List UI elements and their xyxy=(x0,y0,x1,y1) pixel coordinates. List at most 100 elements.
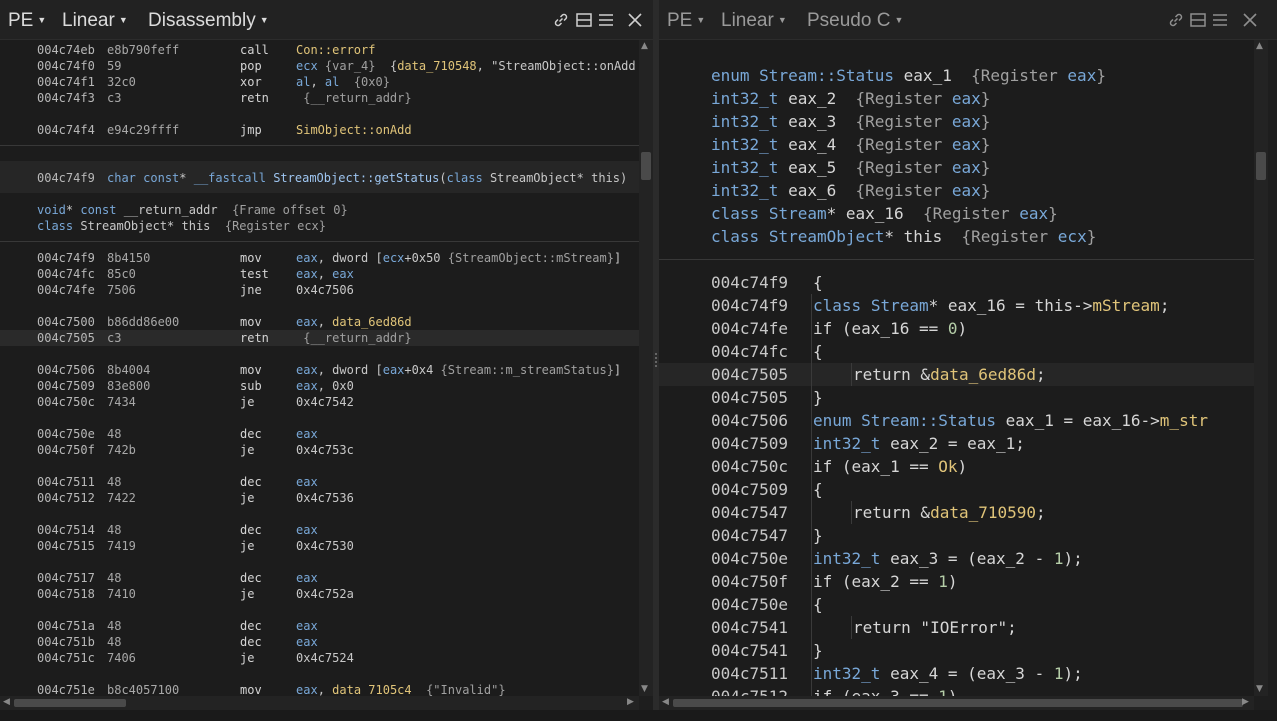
address[interactable]: 004c7514 xyxy=(37,522,95,538)
pseudo-c-line[interactable]: 004c74fe if (eax_16 == 0) xyxy=(659,317,1254,340)
operands[interactable]: eax, dword [ecx+0x50 {StreamObject::mStr… xyxy=(296,250,621,266)
operands[interactable]: SimObject::onAdd xyxy=(296,122,412,138)
address[interactable]: 004c74f9 xyxy=(37,250,95,266)
pseudo-c-line[interactable]: 004c750e int32_t eax_3 = (eax_2 - 1); xyxy=(659,547,1254,570)
address[interactable]: 004c7509 xyxy=(37,378,95,394)
disassembly-line[interactable]: 004c7509 83e800 sub eax, 0x0 xyxy=(0,378,639,394)
address[interactable]: 004c751e xyxy=(37,682,95,696)
disassembly-line[interactable]: 004c7505 c3 retn {__return_addr} xyxy=(0,330,639,346)
scroll-left-icon[interactable]: ◀ xyxy=(662,697,669,707)
code-text[interactable]: } xyxy=(813,386,823,409)
mnemonic[interactable]: sub xyxy=(240,378,262,394)
operands[interactable]: ecx {var_4} {data_710548, "StreamObject:… xyxy=(296,58,639,74)
mnemonic[interactable]: dec xyxy=(240,570,262,586)
address[interactable]: 004c7509 xyxy=(711,478,788,501)
address[interactable]: 004c750e xyxy=(711,593,788,616)
code-text[interactable]: if (eax_2 == 1) xyxy=(813,570,958,593)
split-view-icon[interactable] xyxy=(1189,11,1207,29)
code-text[interactable]: class Stream* eax_16 = this->mStream; xyxy=(813,294,1169,317)
address[interactable]: 004c74f0 xyxy=(37,58,95,74)
view-dropdown[interactable]: Pseudo C ▼ xyxy=(807,10,903,32)
disassembly-line[interactable]: 004c750e 48 dec eax xyxy=(0,426,639,442)
address[interactable]: 004c750f xyxy=(711,570,788,593)
code-text[interactable]: { xyxy=(813,478,823,501)
address[interactable]: 004c74fc xyxy=(711,340,788,363)
function-header[interactable]: 004c74f9 char const* __fastcall StreamObj… xyxy=(0,170,639,186)
scroll-down-icon[interactable]: ▼ xyxy=(641,684,648,694)
split-view-icon[interactable] xyxy=(575,11,593,29)
pseudo-c-line[interactable]: 004c7505 return &data_6ed86d; xyxy=(659,363,1254,386)
disassembly-line[interactable]: 004c74eb e8b790feff call Con::errorf xyxy=(0,42,639,58)
address[interactable]: 004c7500 xyxy=(37,314,95,330)
layout-dropdown[interactable]: Linear ▼ xyxy=(62,10,128,32)
pseudo-c-line[interactable]: 004c74fc { xyxy=(659,340,1254,363)
scroll-right-icon[interactable]: ▶ xyxy=(1242,697,1249,707)
scroll-up-icon[interactable]: ▲ xyxy=(1256,41,1263,51)
operands[interactable]: eax, dword [eax+0x4 {Stream::m_streamSta… xyxy=(296,362,621,378)
code-text[interactable]: int32_t eax_3 = (eax_2 - 1); xyxy=(813,547,1083,570)
scroll-left-icon[interactable]: ◀ xyxy=(3,697,10,707)
variable-declaration[interactable]: int32_t eax_4 {Register eax} xyxy=(659,133,1254,156)
disassembly-line[interactable]: 004c74f0 59 pop ecx {var_4} {data_710548, "… xyxy=(0,58,639,74)
mnemonic[interactable]: dec xyxy=(240,474,262,490)
disassembly-view[interactable]: 004c74eb e8b790feff call Con::errorf 004c74f… xyxy=(0,40,639,696)
mnemonic[interactable]: mov xyxy=(240,250,262,266)
mnemonic[interactable]: jne xyxy=(240,282,262,298)
address[interactable]: 004c7505 xyxy=(711,386,788,409)
operands[interactable]: {__return_addr} xyxy=(296,90,411,106)
code-text[interactable]: { xyxy=(813,593,823,616)
disassembly-line[interactable]: 004c74f1 32c0 xor al, al {0x0} xyxy=(0,74,639,90)
operands[interactable]: 0x4c7536 xyxy=(296,490,354,506)
disassembly-line[interactable]: 004c74fe 7506 jne 0x4c7506 xyxy=(0,282,639,298)
disassembly-line[interactable]: 004c74f3 c3 retn {__return_addr} xyxy=(0,90,639,106)
address[interactable]: 004c750f xyxy=(37,442,95,458)
address[interactable]: 004c750c xyxy=(711,455,788,478)
function-signature[interactable]: char const* __fastcall StreamObject::get… xyxy=(107,170,627,186)
pseudo-c-line[interactable]: 004c750f if (eax_2 == 1) xyxy=(659,570,1254,593)
operands[interactable]: al, al {0x0} xyxy=(296,74,390,90)
link-icon[interactable] xyxy=(552,11,570,29)
disassembly-line[interactable]: 004c751c 7406 je 0x4c7524 xyxy=(0,650,639,666)
address[interactable]: 004c7511 xyxy=(711,662,788,685)
address[interactable]: 004c7505 xyxy=(37,330,95,346)
code-text[interactable]: } xyxy=(813,639,823,662)
operands[interactable]: 0x4c7524 xyxy=(296,650,354,666)
link-icon[interactable] xyxy=(1167,11,1185,29)
layout-dropdown[interactable]: Linear ▼ xyxy=(721,10,787,32)
address[interactable]: 004c7541 xyxy=(711,616,788,639)
menu-icon[interactable] xyxy=(597,11,615,29)
code-text[interactable]: { xyxy=(813,340,823,363)
address[interactable]: 004c74fc xyxy=(37,266,95,282)
operands[interactable]: eax, data_7105c4 {"Invalid"} xyxy=(296,682,506,696)
variable-declaration[interactable]: int32_t eax_3 {Register eax} xyxy=(659,110,1254,133)
menu-icon[interactable] xyxy=(1211,11,1229,29)
operands[interactable]: eax xyxy=(296,618,318,634)
address[interactable]: 004c7547 xyxy=(711,524,788,547)
disassembly-line[interactable]: 004c7511 48 dec eax xyxy=(0,474,639,490)
pseudo-c-pane[interactable]: PE ▼ Linear ▼ Pseudo C ▼ enum Stream::Statu… xyxy=(659,0,1277,721)
disassembly-line[interactable]: 004c750c 7434 je 0x4c7542 xyxy=(0,394,639,410)
address[interactable]: 004c74eb xyxy=(37,42,95,58)
scroll-thumb[interactable] xyxy=(641,152,651,180)
address[interactable]: 004c74f3 xyxy=(37,90,95,106)
address[interactable]: 004c750e xyxy=(37,426,95,442)
operands[interactable]: eax, data_6ed86d xyxy=(296,314,412,330)
disassembly-line[interactable]: 004c751b 48 dec eax xyxy=(0,634,639,650)
disassembly-line[interactable]: 004c74fc 85c0 test eax, eax xyxy=(0,266,639,282)
pseudo-c-line[interactable]: 004c74f9 { xyxy=(659,271,1254,294)
vertical-scrollbar[interactable]: ▲ ▼ xyxy=(1254,40,1268,696)
operands[interactable]: {__return_addr} xyxy=(296,330,411,346)
code-text[interactable]: enum Stream::Status eax_1 = eax_16->m_st… xyxy=(813,409,1208,432)
mnemonic[interactable]: je xyxy=(240,586,254,602)
mnemonic[interactable]: dec xyxy=(240,634,262,650)
disassembly-line[interactable]: 004c74f4 e94c29ffff jmp SimObject::onAdd xyxy=(0,122,639,138)
pseudo-c-line[interactable]: 004c7541} xyxy=(659,639,1254,662)
arch-dropdown[interactable]: PE ▼ xyxy=(667,10,705,32)
address[interactable]: 004c7509 xyxy=(711,432,788,455)
mnemonic[interactable]: je xyxy=(240,490,254,506)
address[interactable]: 004c7506 xyxy=(711,409,788,432)
vertical-scrollbar[interactable]: ▲ ▼ xyxy=(639,40,653,696)
address[interactable]: 004c74f9 xyxy=(711,294,788,317)
mnemonic[interactable]: retn xyxy=(240,330,269,346)
address[interactable]: 004c74f1 xyxy=(37,74,95,90)
